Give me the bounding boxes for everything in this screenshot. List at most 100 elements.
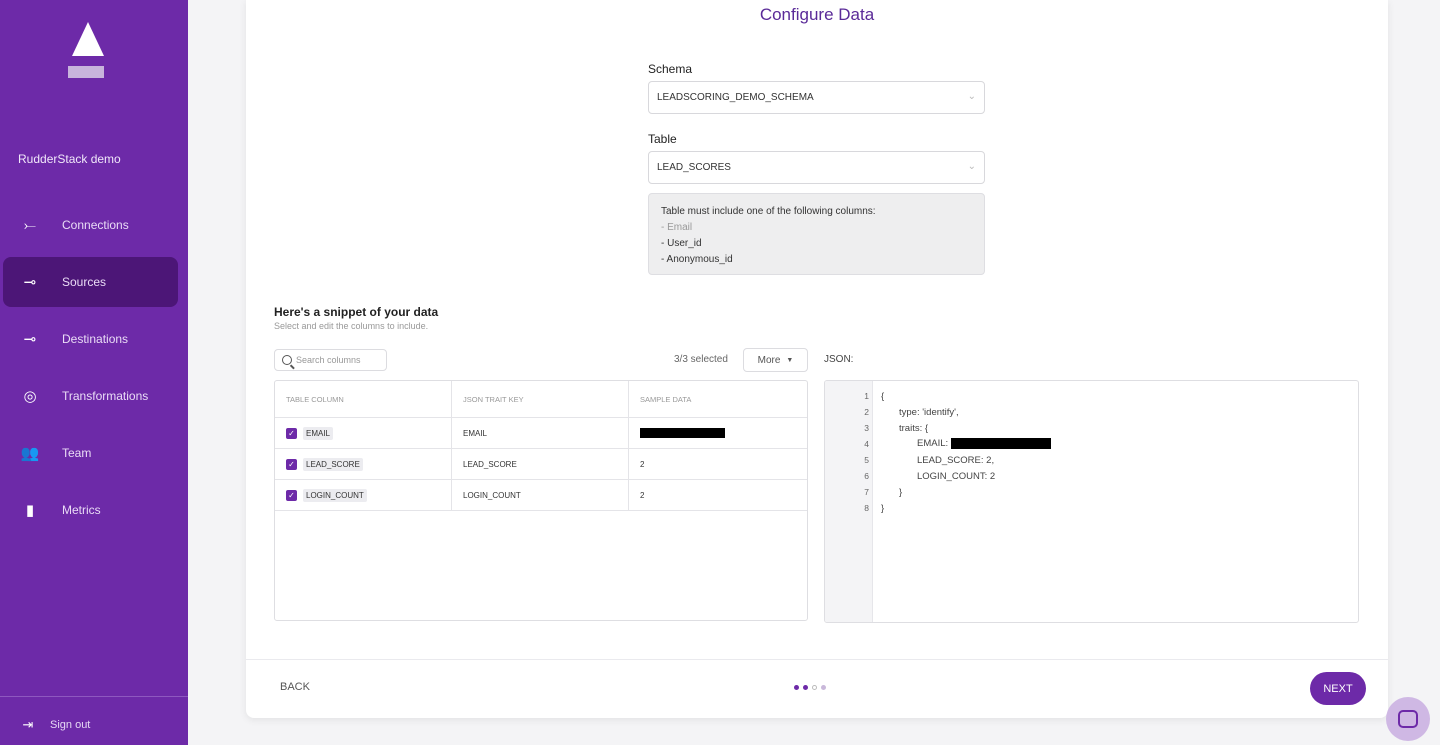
code-text: traits: { bbox=[899, 422, 929, 434]
chat-support-button[interactable] bbox=[1386, 697, 1430, 741]
next-button[interactable]: NEXT bbox=[1310, 672, 1366, 705]
step-indicator bbox=[794, 685, 826, 690]
code-text: type: 'identify', bbox=[899, 406, 959, 418]
json-line: 6 LOGIN_COUNT: 2 bbox=[825, 468, 995, 484]
line-number: 1 bbox=[864, 391, 869, 401]
more-dropdown-button[interactable]: More ▼ bbox=[743, 348, 808, 372]
sidebar-item-connections[interactable]: ⤚ Connections bbox=[0, 200, 188, 250]
column-name: LOGIN_COUNT bbox=[303, 488, 367, 502]
more-label: More bbox=[757, 354, 781, 366]
line-number: 6 bbox=[864, 471, 869, 481]
signout-icon: ⇥ bbox=[22, 717, 34, 732]
table-label: Table bbox=[648, 132, 677, 146]
table-header-row: TABLE COLUMN JSON TRAIT KEY SAMPLE DATA bbox=[275, 381, 807, 418]
snippet-subtitle: Select and edit the columns to include. bbox=[274, 321, 429, 331]
row-checkbox[interactable]: ✓ bbox=[286, 489, 297, 501]
info-line-anonymous-id: - Anonymous_id bbox=[661, 254, 733, 265]
trait-key-cell[interactable]: EMAIL bbox=[452, 418, 629, 448]
code-key: EMAIL: bbox=[917, 438, 951, 450]
table-select[interactable]: LEAD_SCORES ⌄ bbox=[648, 151, 985, 184]
configure-data-card: Configure Data Schema LEADSCORING_DEMO_S… bbox=[246, 0, 1388, 718]
table-column-cell: ✓ EMAIL bbox=[275, 418, 452, 448]
schema-select[interactable]: LEADSCORING_DEMO_SCHEMA ⌄ bbox=[648, 81, 985, 114]
code-text: { bbox=[881, 390, 885, 402]
page-title: Configure Data bbox=[759, 5, 875, 24]
column-name: EMAIL bbox=[303, 426, 334, 440]
search-columns-input[interactable]: Search columns bbox=[274, 349, 387, 371]
sidebar-item-team[interactable]: 👥 Team bbox=[0, 428, 188, 478]
header-table-column: TABLE COLUMN bbox=[275, 381, 452, 417]
line-number: 4 bbox=[864, 439, 869, 449]
sidebar-item-destinations[interactable]: ⊸ Destinations bbox=[0, 314, 188, 364]
sidebar-nav: ⤚ Connections ⊸ Sources ⊸ Destinations ◎… bbox=[0, 200, 188, 542]
step-dot-current bbox=[803, 685, 808, 690]
header-json-trait-key: JSON TRAIT KEY bbox=[452, 381, 629, 417]
sample-data-cell: 2 bbox=[640, 490, 645, 500]
logo-mark-icon bbox=[72, 22, 104, 56]
sidebar-item-metrics[interactable]: ▮ Metrics bbox=[0, 485, 188, 535]
logo-wordmark bbox=[68, 66, 104, 78]
chevron-down-icon: ⌄ bbox=[967, 91, 976, 102]
sample-data-cell: 2 bbox=[640, 459, 645, 469]
selected-count: 3/3 selected bbox=[674, 354, 728, 365]
rudderstack-logo[interactable] bbox=[68, 22, 108, 82]
json-line: 2 type: 'identify', bbox=[825, 404, 958, 420]
table-value: LEAD_SCORES bbox=[657, 162, 731, 173]
search-placeholder: Search columns bbox=[296, 355, 361, 365]
schema-label: Schema bbox=[648, 62, 693, 76]
sidebar-item-transformations[interactable]: ◎ Transformations bbox=[0, 371, 188, 421]
json-line: 1 { bbox=[825, 388, 884, 404]
caret-down-icon: ▼ bbox=[786, 356, 794, 364]
transformations-icon: ◎ bbox=[23, 388, 37, 405]
back-button[interactable]: BACK bbox=[280, 681, 310, 693]
row-checkbox[interactable]: ✓ bbox=[286, 458, 297, 470]
snippet-title: Here's a snippet of your data bbox=[274, 305, 439, 319]
trait-key-cell[interactable]: LEAD_SCORE bbox=[452, 449, 629, 479]
sidebar-item-label: Destinations bbox=[62, 332, 129, 346]
info-line-email: - Email bbox=[661, 222, 693, 233]
sidebar-item-label: Connections bbox=[62, 218, 129, 232]
workspace-name[interactable]: RudderStack demo bbox=[18, 152, 121, 166]
search-icon bbox=[282, 355, 292, 365]
line-number: 2 bbox=[864, 407, 869, 417]
sidebar: RudderStack demo ⤚ Connections ⊸ Sources… bbox=[0, 0, 188, 745]
table-row[interactable]: ✓ LEAD_SCORE LEAD_SCORE 2 bbox=[275, 449, 807, 480]
code-text: } bbox=[881, 502, 885, 514]
json-preview: 1 { 2 type: 'identify', 3 traits: { 4 EM… bbox=[824, 380, 1359, 623]
sidebar-item-label: Metrics bbox=[62, 503, 101, 517]
chevron-down-icon: ⌄ bbox=[967, 161, 976, 172]
schema-value: LEADSCORING_DEMO_SCHEMA bbox=[657, 92, 814, 103]
code-text: EMAIL: bbox=[917, 438, 1051, 450]
code-text: LEAD_SCORE: 2, bbox=[917, 454, 995, 466]
step-dot bbox=[794, 685, 799, 690]
step-dot bbox=[812, 685, 817, 690]
sources-icon: ⊸ bbox=[23, 274, 37, 291]
table-column-cell: ✓ LEAD_SCORE bbox=[275, 449, 452, 479]
info-heading: Table must include one of the following … bbox=[661, 206, 876, 217]
sidebar-item-sources[interactable]: ⊸ Sources bbox=[3, 257, 178, 307]
chat-icon bbox=[1398, 710, 1418, 728]
table-row[interactable]: ✓ LOGIN_COUNT LOGIN_COUNT 2 bbox=[275, 480, 807, 511]
line-number: 3 bbox=[864, 423, 869, 433]
redacted-value bbox=[640, 428, 725, 438]
column-name: LEAD_SCORE bbox=[303, 457, 363, 471]
json-line: 3 traits: { bbox=[825, 420, 928, 436]
row-checkbox[interactable]: ✓ bbox=[286, 427, 297, 439]
metrics-icon: ▮ bbox=[25, 502, 35, 519]
info-line-user-id: - User_id bbox=[661, 238, 702, 249]
sample-data-cell bbox=[629, 418, 807, 448]
step-dot bbox=[821, 685, 826, 690]
header-sample-data: SAMPLE DATA bbox=[640, 394, 692, 404]
trait-key-cell[interactable]: LOGIN_COUNT bbox=[452, 480, 629, 510]
redacted-value bbox=[950, 438, 1051, 450]
table-row[interactable]: ✓ EMAIL EMAIL bbox=[275, 418, 807, 449]
json-line: 5 LEAD_SCORE: 2, bbox=[825, 452, 994, 468]
line-number: 5 bbox=[864, 455, 869, 465]
code-text: } bbox=[899, 486, 903, 498]
sidebar-item-label: Sources bbox=[62, 275, 107, 289]
destinations-icon: ⊸ bbox=[23, 331, 37, 348]
signout-button[interactable]: ⇥ Sign out bbox=[20, 716, 91, 734]
columns-table: TABLE COLUMN JSON TRAIT KEY SAMPLE DATA … bbox=[274, 380, 808, 621]
line-number: 7 bbox=[864, 487, 869, 497]
team-icon: 👥 bbox=[20, 445, 40, 462]
